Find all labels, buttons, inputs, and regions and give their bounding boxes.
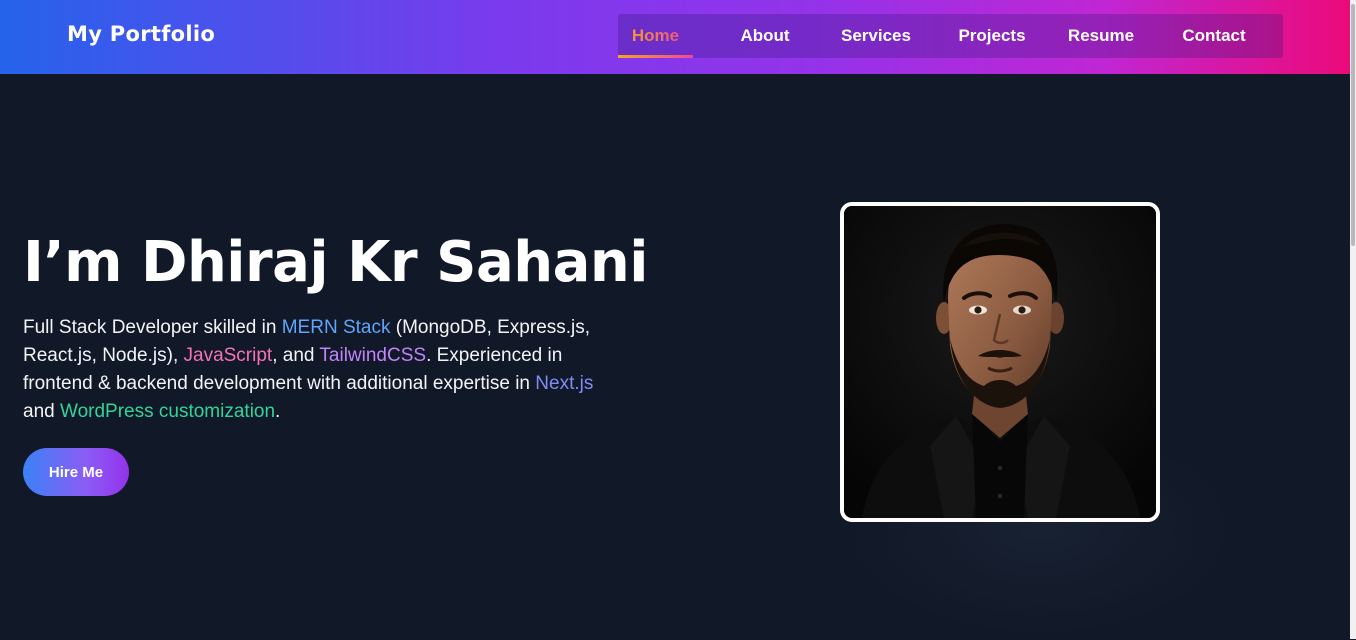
hire-me-button[interactable]: Hire Me — [23, 448, 129, 496]
skill-wordpress: WordPress customization — [59, 401, 276, 422]
skill-javascript: JavaScript — [183, 345, 273, 366]
desc-text: . — [275, 401, 281, 422]
page-scrollbar[interactable] — [1350, 0, 1356, 639]
nav-item-projects[interactable]: Projects — [945, 14, 1039, 58]
site-header: My Portfolio Home About Services Project… — [0, 0, 1350, 74]
profile-photo — [840, 202, 1160, 522]
desc-text: , and — [272, 345, 320, 366]
skill-tailwindcss: TailwindCSS — [319, 345, 427, 366]
profile-portrait-icon — [844, 206, 1156, 518]
scrollbar-thumb[interactable] — [1351, 4, 1355, 246]
nav-item-resume[interactable]: Resume — [1054, 14, 1148, 58]
nav-item-services[interactable]: Services — [827, 14, 925, 58]
skill-nextjs: Next.js — [535, 373, 594, 394]
nav-item-about[interactable]: About — [720, 14, 810, 58]
desc-text: Full Stack Developer skilled in — [23, 317, 282, 338]
main-nav: Home About Services Projects Resume Cont… — [618, 14, 1283, 58]
site-logo[interactable]: My Portfolio — [67, 22, 215, 46]
skill-mern-stack: MERN Stack — [281, 317, 391, 338]
nav-item-contact[interactable]: Contact — [1165, 14, 1263, 58]
hero-description: Full Stack Developer skilled in MERN Sta… — [23, 314, 623, 426]
hero-title: I’m Dhiraj Kr Sahani — [23, 230, 648, 295]
nav-item-home[interactable]: Home — [618, 14, 693, 58]
desc-text: and — [23, 401, 60, 422]
